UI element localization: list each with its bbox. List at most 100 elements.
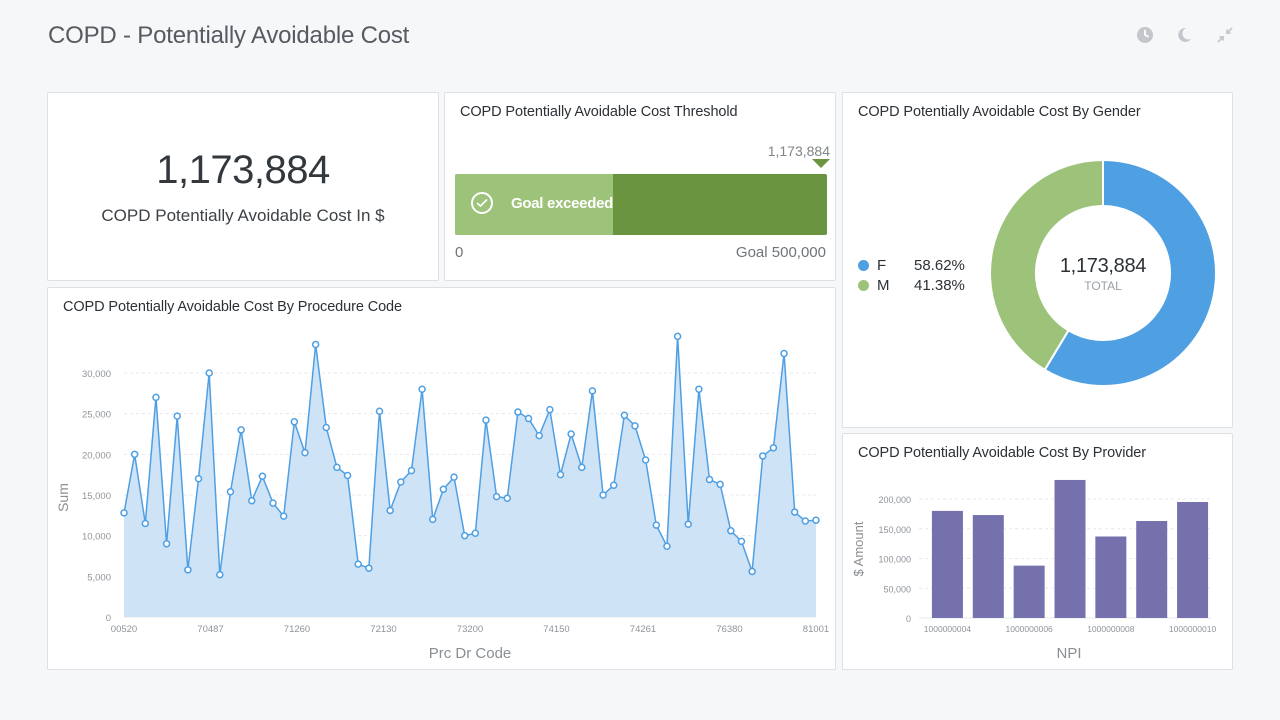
data-point[interactable] xyxy=(290,418,299,426)
data-point[interactable] xyxy=(748,567,756,576)
bar[interactable] xyxy=(931,510,963,618)
data-point[interactable] xyxy=(428,515,437,524)
data-point[interactable] xyxy=(737,537,746,546)
gender-legend: F 58.62% M 41.38% xyxy=(858,255,965,295)
threshold-bar: Goal exceeded xyxy=(455,174,827,235)
data-point[interactable] xyxy=(311,340,320,349)
bar[interactable] xyxy=(1177,501,1209,618)
x-tick-label: 74261 xyxy=(630,624,656,635)
data-point[interactable] xyxy=(556,470,565,479)
data-point[interactable] xyxy=(418,385,426,394)
data-point[interactable] xyxy=(524,414,533,423)
bar[interactable] xyxy=(1095,536,1127,618)
data-point[interactable] xyxy=(439,485,448,494)
data-point[interactable] xyxy=(460,531,469,540)
page-title: COPD - Potentially Avoidable Cost xyxy=(48,22,410,49)
threshold-card: COPD Potentially Avoidable Cost Threshol… xyxy=(444,92,836,281)
legend-item-m[interactable]: M 41.38% xyxy=(858,275,965,295)
x-tick-label: 72130 xyxy=(370,624,396,635)
data-point[interactable] xyxy=(130,450,139,459)
data-point[interactable] xyxy=(237,426,245,434)
data-point[interactable] xyxy=(322,423,331,432)
data-point[interactable] xyxy=(599,491,607,499)
data-point[interactable] xyxy=(663,542,671,550)
donut-total-value: 1,173,884 xyxy=(1059,255,1147,277)
y-tick-label: 30,000 xyxy=(82,369,111,380)
bar[interactable] xyxy=(1013,565,1045,618)
x-tick-label: 1000000008 xyxy=(1087,624,1135,634)
data-point[interactable] xyxy=(641,456,650,464)
data-point[interactable] xyxy=(162,540,171,548)
header-actions xyxy=(1136,26,1234,44)
bar[interactable] xyxy=(1054,479,1086,618)
bar[interactable] xyxy=(1136,521,1168,618)
data-point[interactable] xyxy=(205,369,213,377)
y-tick-label: 20,000 xyxy=(82,450,111,461)
data-point[interactable] xyxy=(695,385,703,394)
threshold-min-label: 0 xyxy=(455,244,464,261)
data-point[interactable] xyxy=(631,422,639,430)
data-point[interactable] xyxy=(216,570,224,579)
data-point[interactable] xyxy=(503,494,512,503)
collapse-icon[interactable] xyxy=(1216,26,1234,44)
data-point[interactable] xyxy=(790,508,799,516)
data-point[interactable] xyxy=(727,527,735,535)
x-tick-label: 1000000006 xyxy=(1006,624,1054,634)
data-point[interactable] xyxy=(609,481,618,489)
gender-title: COPD Potentially Avoidable Cost By Gende… xyxy=(858,104,1141,120)
data-point[interactable] xyxy=(546,405,554,414)
data-point[interactable] xyxy=(588,387,597,395)
clock-icon[interactable] xyxy=(1136,26,1154,44)
data-point[interactable] xyxy=(301,448,309,457)
data-point[interactable] xyxy=(152,393,160,402)
data-point[interactable] xyxy=(365,564,373,572)
data-point[interactable] xyxy=(673,332,682,341)
data-point[interactable] xyxy=(354,560,362,568)
donut-total-label: TOTAL xyxy=(1084,279,1122,293)
x-tick-label: 71260 xyxy=(284,624,310,635)
kpi-value: 1,173,884 xyxy=(156,148,330,192)
data-point[interactable] xyxy=(184,566,192,574)
data-point[interactable] xyxy=(194,474,203,483)
data-point[interactable] xyxy=(386,506,394,515)
data-point[interactable] xyxy=(407,466,416,475)
data-point[interactable] xyxy=(716,480,724,489)
data-point[interactable] xyxy=(652,521,661,529)
data-point[interactable] xyxy=(173,412,181,420)
data-point[interactable] xyxy=(375,407,384,415)
moon-icon[interactable] xyxy=(1176,26,1194,44)
data-point[interactable] xyxy=(780,349,788,358)
data-point[interactable] xyxy=(567,430,575,438)
data-point[interactable] xyxy=(226,487,235,496)
data-point[interactable] xyxy=(450,473,458,481)
data-point[interactable] xyxy=(759,452,767,460)
y-axis-label: Sum xyxy=(55,483,71,512)
data-point[interactable] xyxy=(482,416,490,424)
data-point[interactable] xyxy=(705,475,714,484)
data-point[interactable] xyxy=(343,471,352,480)
data-point[interactable] xyxy=(801,517,810,525)
data-point[interactable] xyxy=(120,509,128,517)
data-point[interactable] xyxy=(269,499,277,507)
x-tick-label: 81001 xyxy=(803,624,829,635)
data-point[interactable] xyxy=(535,431,543,440)
data-point[interactable] xyxy=(578,463,586,472)
data-point[interactable] xyxy=(248,496,256,505)
data-point[interactable] xyxy=(492,492,501,501)
data-point[interactable] xyxy=(471,529,480,537)
data-point[interactable] xyxy=(769,444,778,452)
data-point[interactable] xyxy=(258,472,267,481)
data-point[interactable] xyxy=(514,408,522,416)
data-point[interactable] xyxy=(279,512,288,520)
data-point[interactable] xyxy=(620,411,629,420)
kpi-card: 1,173,884 COPD Potentially Avoidable Cos… xyxy=(47,92,439,281)
threshold-title: COPD Potentially Avoidable Cost Threshol… xyxy=(460,104,738,120)
data-point[interactable] xyxy=(397,478,405,486)
data-point[interactable] xyxy=(333,463,341,472)
data-point[interactable] xyxy=(141,519,150,528)
data-point[interactable] xyxy=(812,516,820,524)
data-point[interactable] xyxy=(684,520,692,529)
y-tick-label: 50,000 xyxy=(883,584,911,594)
legend-item-f[interactable]: F 58.62% xyxy=(858,255,965,275)
bar[interactable] xyxy=(972,515,1004,618)
